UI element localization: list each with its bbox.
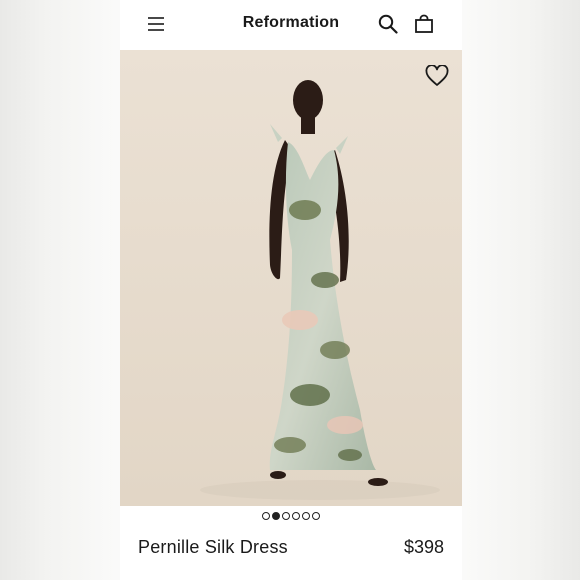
carousel-dot[interactable] [312, 512, 320, 520]
heart-outline-icon[interactable] [425, 65, 449, 87]
shopping-bag-icon[interactable] [414, 14, 434, 34]
search-icon[interactable] [378, 14, 398, 34]
carousel-dot[interactable] [282, 512, 290, 520]
carousel-dot[interactable] [262, 512, 270, 520]
menu-icon[interactable] [148, 16, 164, 32]
carousel-dot[interactable] [292, 512, 300, 520]
carousel-indicators [120, 512, 462, 522]
product-name: Pernille Silk Dress [138, 537, 288, 557]
product-photo [120, 50, 462, 506]
brand-logo[interactable]: Reformation [120, 14, 462, 32]
product-image[interactable] [120, 50, 462, 506]
product-page: Reformation Pernille Silk Dress $398 [120, 0, 462, 580]
carousel-dot[interactable] [272, 512, 280, 520]
top-nav-bar: Reformation [120, 0, 462, 50]
product-price: $398 [403, 537, 444, 557]
carousel-dot[interactable] [302, 512, 310, 520]
